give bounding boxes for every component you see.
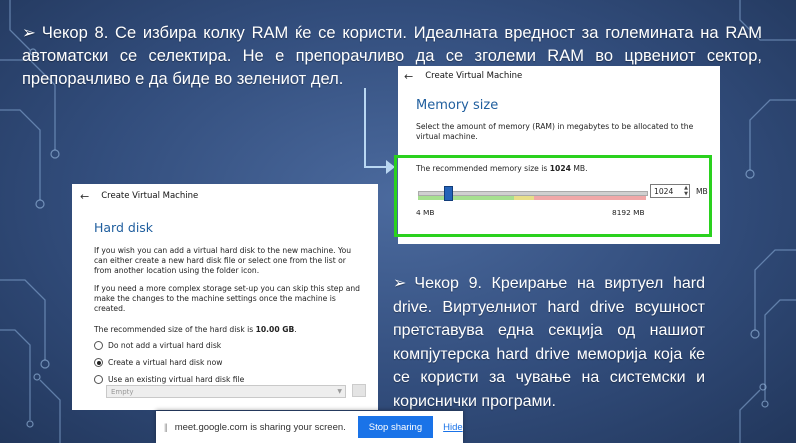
recommended-suffix: .	[294, 324, 297, 334]
memory-size-dialog: ← Create Virtual Machine Memory size Sel…	[394, 66, 720, 244]
radio-option-no-disk[interactable]: Do not add a virtual hard disk	[94, 341, 378, 351]
recommended-prefix: The recommended memory size is	[416, 164, 550, 173]
arrow-bullet-icon: ➢	[22, 24, 36, 42]
hide-link[interactable]: Hide	[443, 422, 463, 433]
spinbox-value: 1024	[654, 186, 674, 196]
page-title: Memory size	[416, 98, 499, 113]
description-paragraph-1: If you wish you can add a virtual hard d…	[94, 246, 352, 275]
slider-thumb[interactable]	[444, 186, 453, 201]
stop-sharing-button[interactable]: Stop sharing	[357, 416, 434, 438]
slider-zone-red	[534, 196, 646, 200]
radio-option-create-disk[interactable]: Create a virtual hard disk now	[94, 358, 378, 368]
dialog-header: ← Create Virtual Machine	[72, 184, 378, 208]
window-title: Create Virtual Machine	[425, 71, 523, 81]
radio-label: Create a virtual hard disk now	[108, 358, 223, 368]
recommended-suffix: MB.	[570, 164, 588, 173]
screen-share-bar: || meet.google.com is sharing your scree…	[156, 411, 463, 443]
step9-text: Чекор 9. Креирање на виртуел hard drive.…	[393, 275, 705, 410]
memory-spinbox[interactable]: 1024 ▲ ▼	[650, 184, 690, 198]
step9-text-block: ➢ Чекор 9. Креирање на виртуел hard drive…	[393, 272, 705, 413]
radio-label: Use an existing virtual hard disk file	[108, 375, 245, 385]
radio-button[interactable]	[94, 375, 103, 385]
window-title: Create Virtual Machine	[101, 191, 199, 201]
recommended-memory: The recommended memory size is 1024 MB.	[416, 164, 588, 173]
select-value: Empty	[111, 387, 134, 396]
radio-option-existing-disk[interactable]: Use an existing virtual hard disk file	[94, 375, 378, 385]
spin-arrows-icon[interactable]: ▲ ▼	[684, 185, 688, 197]
recommended-disk-size: The recommended size of the hard disk is…	[94, 325, 360, 334]
description: Select the amount of memory (RAM) in meg…	[416, 122, 694, 141]
unit-label: MB	[696, 187, 708, 196]
arrow-bullet-icon: ➢	[393, 275, 407, 292]
description-paragraph-2: If you need a more complex storage set-u…	[94, 284, 360, 313]
slider-zone-yellow	[514, 196, 534, 200]
back-arrow-icon[interactable]: ←	[404, 70, 413, 83]
recommended-value: 1024	[549, 164, 571, 173]
radio-label: Do not add a virtual hard disk	[108, 341, 222, 351]
recommended-value: 10.00 GB	[255, 324, 295, 334]
slider-min-label: 4 MB	[416, 208, 435, 217]
radio-button[interactable]	[94, 341, 103, 351]
share-message: meet.google.com is sharing your screen.	[174, 421, 346, 433]
back-arrow-icon[interactable]: ←	[80, 190, 89, 203]
page-title: Hard disk	[94, 220, 154, 235]
slider-zone-green	[418, 196, 514, 200]
drag-handle-icon[interactable]: ||	[164, 422, 168, 432]
dialog-header: ← Create Virtual Machine	[398, 66, 720, 86]
radio-button-checked[interactable]	[94, 358, 103, 368]
memory-slider[interactable]	[418, 186, 648, 201]
connector-line	[364, 88, 390, 168]
folder-icon	[352, 384, 366, 397]
hard-disk-dialog: ← Create Virtual Machine Hard disk If yo…	[72, 184, 378, 410]
recommended-prefix: The recommended size of the hard disk is	[94, 324, 256, 334]
chevron-down-icon: ▼	[337, 388, 342, 395]
disk-file-select: Empty ▼	[106, 385, 346, 398]
slider-max-label: 8192 MB	[612, 208, 645, 217]
